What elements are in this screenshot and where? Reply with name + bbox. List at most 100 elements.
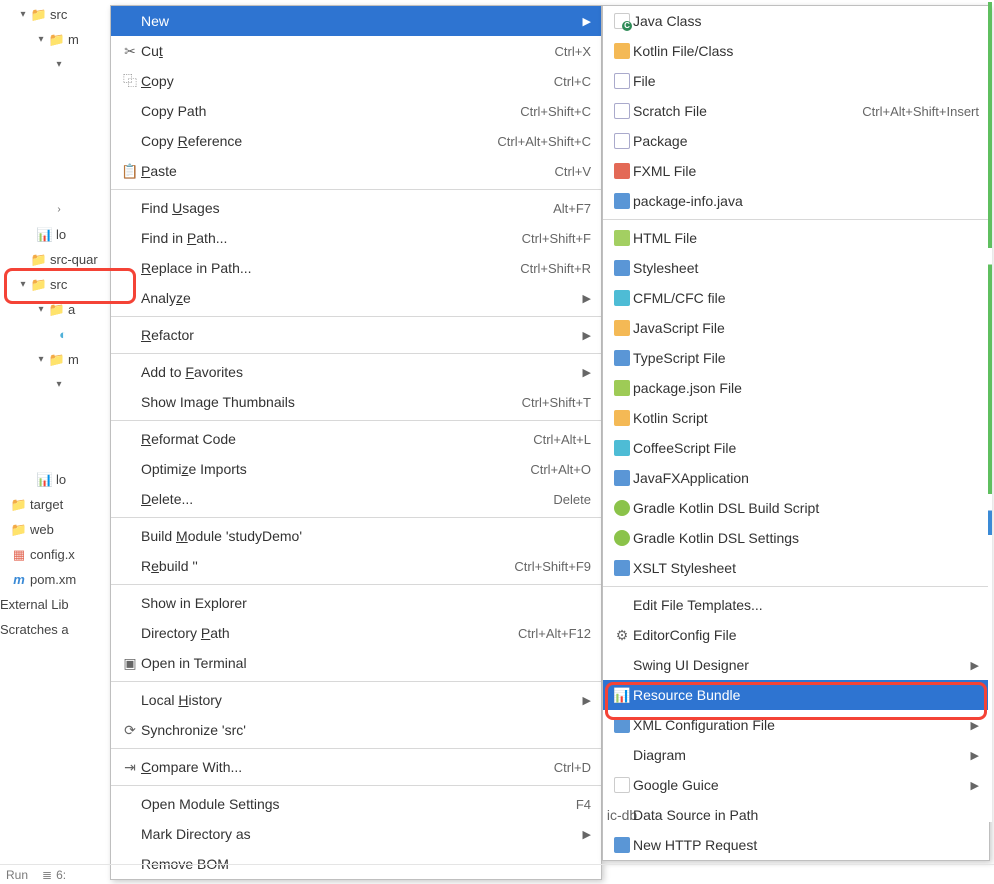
new-java-class[interactable]: Java Class bbox=[603, 6, 989, 36]
maven-icon: m bbox=[10, 572, 28, 587]
new-data-source[interactable]: ic-dbData Source in Path bbox=[603, 800, 989, 830]
menu-item-label: Show Image Thumbnails bbox=[141, 394, 295, 410]
ctx-new[interactable]: New▶ bbox=[111, 6, 601, 36]
new-stylesheet[interactable]: Stylesheet bbox=[603, 253, 989, 283]
ctx-optimize-imports[interactable]: Optimize ImportsCtrl+Alt+O bbox=[111, 454, 601, 484]
new-kotlin-file[interactable]: Kotlin File/Class bbox=[603, 36, 989, 66]
new-swing-ui[interactable]: Swing UI Designer▶ bbox=[603, 650, 989, 680]
ctx-rebuild[interactable]: Rebuild '' Ctrl+Shift+F9 bbox=[111, 551, 601, 581]
ctx-find-usages[interactable]: Find UsagesAlt+F7 bbox=[111, 193, 601, 223]
ctx-replace-in-path[interactable]: Replace in Path...Ctrl+Shift+R bbox=[111, 253, 601, 283]
new-coffeescript[interactable]: CoffeeScript File bbox=[603, 433, 989, 463]
menu-item-label: Copy bbox=[141, 73, 174, 89]
ctx-copy-path[interactable]: Copy PathCtrl+Shift+C bbox=[111, 96, 601, 126]
new-xml-config[interactable]: XML Configuration File▶ bbox=[603, 710, 989, 740]
new-gradle-settings[interactable]: Gradle Kotlin DSL Settings bbox=[603, 523, 989, 553]
ctx-mark-directory[interactable]: Mark Directory as▶ bbox=[111, 819, 601, 849]
context-menu[interactable]: New▶✂CutCtrl+X⿻CopyCtrl+CCopy PathCtrl+S… bbox=[110, 5, 602, 880]
new-edit-templates[interactable]: Edit File Templates... bbox=[603, 590, 989, 620]
new-diagram[interactable]: Diagram▶ bbox=[603, 740, 989, 770]
run-label[interactable]: Run bbox=[6, 868, 28, 882]
ctx-cut[interactable]: ✂CutCtrl+X bbox=[111, 36, 601, 66]
new-kotlin-file-icon bbox=[611, 43, 633, 59]
ctx-copy[interactable]: ⿻CopyCtrl+C bbox=[111, 66, 601, 96]
new-http-request[interactable]: New HTTP Request bbox=[603, 830, 989, 860]
menu-item-shortcut: Ctrl+Shift+F9 bbox=[494, 559, 591, 574]
menu-separator bbox=[111, 748, 601, 749]
ctx-show-explorer[interactable]: Show in Explorer bbox=[111, 588, 601, 618]
new-javafx-app[interactable]: JavaFXApplication bbox=[603, 463, 989, 493]
new-javascript-file[interactable]: JavaScript File bbox=[603, 313, 989, 343]
new-typescript-file[interactable]: TypeScript File bbox=[603, 343, 989, 373]
ctx-paste[interactable]: 📋PasteCtrl+V bbox=[111, 156, 601, 186]
ctx-synchronize[interactable]: ⟳Synchronize 'src' bbox=[111, 715, 601, 745]
menu-item-label: JavaScript File bbox=[633, 320, 725, 336]
menu-item-label: Kotlin File/Class bbox=[633, 43, 733, 59]
new-gradle-build[interactable]: Gradle Kotlin DSL Build Script bbox=[603, 493, 989, 523]
new-kotlin-script[interactable]: Kotlin Script bbox=[603, 403, 989, 433]
menu-separator bbox=[111, 584, 601, 585]
new-javascript-file-icon bbox=[611, 320, 633, 336]
new-scratch-file[interactable]: Scratch File Ctrl+Alt+Shift+Insert bbox=[603, 96, 989, 126]
new-xslt-icon bbox=[611, 560, 633, 576]
ctx-compare-with[interactable]: ⇥Compare With...Ctrl+D bbox=[111, 752, 601, 782]
new-package[interactable]: Package bbox=[603, 126, 989, 156]
new-html-file[interactable]: HTML File bbox=[603, 223, 989, 253]
menu-item-shortcut: Ctrl+Alt+Shift+Insert bbox=[842, 104, 979, 119]
class-icon: ◐ bbox=[54, 327, 72, 342]
folder-icon: 📁 bbox=[30, 277, 48, 293]
ctx-show-thumbs[interactable]: Show Image ThumbnailsCtrl+Shift+T bbox=[111, 387, 601, 417]
menu-separator bbox=[603, 219, 989, 220]
menu-item-label: Google Guice bbox=[633, 777, 719, 793]
ctx-cut-icon: ✂ bbox=[119, 43, 141, 60]
editor-gutter bbox=[988, 2, 992, 822]
ctx-copy-reference[interactable]: Copy ReferenceCtrl+Alt+Shift+C bbox=[111, 126, 601, 156]
menu-item-label: HTML File bbox=[633, 230, 697, 246]
menu-item-label: Optimize Imports bbox=[141, 461, 247, 477]
new-file[interactable]: File bbox=[603, 66, 989, 96]
menu-item-label: Synchronize 'src' bbox=[141, 722, 246, 738]
ctx-directory-path[interactable]: Directory PathCtrl+Alt+F12 bbox=[111, 618, 601, 648]
new-submenu[interactable]: Java ClassKotlin File/ClassFileScratch F… bbox=[602, 5, 990, 861]
new-fxml-file[interactable]: FXML File bbox=[603, 156, 989, 186]
new-editorconfig[interactable]: ⚙EditorConfig File bbox=[603, 620, 989, 650]
menu-separator bbox=[111, 785, 601, 786]
menu-item-label: CoffeeScript File bbox=[633, 440, 736, 456]
ctx-delete[interactable]: Delete... Delete bbox=[111, 484, 601, 514]
menu-item-label: Reformat Code bbox=[141, 431, 236, 447]
menu-item-label: XML Configuration File bbox=[633, 717, 775, 733]
ctx-find-in-path[interactable]: Find in Path...Ctrl+Shift+F bbox=[111, 223, 601, 253]
menu-item-shortcut: Delete bbox=[533, 492, 591, 507]
folder-icon: 📁 bbox=[48, 302, 66, 318]
ctx-local-history[interactable]: Local History▶ bbox=[111, 685, 601, 715]
menu-item-label: Java Class bbox=[633, 13, 701, 29]
ctx-reformat[interactable]: Reformat Code Ctrl+Alt+L bbox=[111, 424, 601, 454]
list-icon: ≣ bbox=[42, 868, 52, 882]
menu-item-label: JavaFXApplication bbox=[633, 470, 749, 486]
new-resource-bundle[interactable]: 📊Resource Bundle bbox=[603, 680, 989, 710]
new-scratch-file-icon bbox=[611, 103, 633, 119]
menu-item-shortcut: Ctrl+Alt+L bbox=[513, 432, 591, 447]
ctx-analyze[interactable]: Analyze▶ bbox=[111, 283, 601, 313]
new-gradle-build-icon bbox=[611, 500, 633, 516]
folder-icon: 📁 bbox=[48, 352, 66, 368]
menu-item-label: Rebuild '' bbox=[141, 558, 198, 574]
six-label[interactable]: 6: bbox=[56, 868, 66, 882]
ctx-build-module[interactable]: Build Module 'studyDemo' bbox=[111, 521, 601, 551]
menu-item-label: Refactor bbox=[141, 327, 194, 343]
menu-item-label: Swing UI Designer bbox=[633, 657, 749, 673]
new-xml-config-icon bbox=[611, 717, 633, 733]
new-google-guice[interactable]: Google Guice▶ bbox=[603, 770, 989, 800]
ctx-refactor[interactable]: Refactor▶ bbox=[111, 320, 601, 350]
menu-item-label: XSLT Stylesheet bbox=[633, 560, 736, 576]
menu-item-label: Compare With... bbox=[141, 759, 242, 775]
new-package-json[interactable]: package.json File bbox=[603, 373, 989, 403]
new-cfml-file[interactable]: CFML/CFC file bbox=[603, 283, 989, 313]
ctx-add-favorites[interactable]: Add to Favorites▶ bbox=[111, 357, 601, 387]
new-package-info[interactable]: package-info.java bbox=[603, 186, 989, 216]
ctx-open-terminal[interactable]: ▣Open in Terminal bbox=[111, 648, 601, 678]
menu-item-label: Delete... bbox=[141, 491, 193, 507]
menu-item-label: Scratch File bbox=[633, 103, 707, 119]
ctx-module-settings[interactable]: Open Module SettingsF4 bbox=[111, 789, 601, 819]
new-xslt[interactable]: XSLT Stylesheet bbox=[603, 553, 989, 583]
